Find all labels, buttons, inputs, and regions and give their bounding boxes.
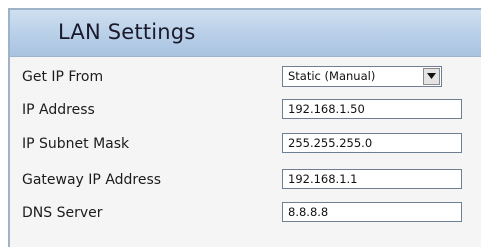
- get-ip-from-value: Static (Manual): [288, 69, 376, 83]
- gateway-label: Gateway IP Address: [22, 172, 162, 188]
- ip-address-input[interactable]: [282, 99, 462, 119]
- subnet-mask-label: IP Subnet Mask: [22, 136, 130, 152]
- row-subnet-mask: IP Subnet Mask: [10, 133, 481, 161]
- subnet-mask-input[interactable]: [282, 133, 462, 153]
- dns-input[interactable]: [282, 202, 462, 222]
- get-ip-from-label: Get IP From: [22, 69, 104, 85]
- row-ip-address: IP Address: [10, 99, 481, 127]
- gateway-input[interactable]: [282, 169, 462, 189]
- ip-address-label: IP Address: [22, 102, 95, 118]
- row-get-ip-from: Get IP From Static (Manual): [10, 66, 481, 94]
- chevron-down-icon[interactable]: [423, 68, 440, 85]
- lan-settings-panel: LAN Settings Get IP From Static (Manual)…: [8, 8, 481, 247]
- section-header: LAN Settings: [10, 10, 481, 57]
- row-gateway: Gateway IP Address: [10, 169, 481, 197]
- get-ip-from-select[interactable]: Static (Manual): [282, 66, 442, 87]
- dns-label: DNS Server: [22, 205, 103, 221]
- section-title: LAN Settings: [58, 20, 196, 44]
- row-dns: DNS Server: [10, 202, 481, 230]
